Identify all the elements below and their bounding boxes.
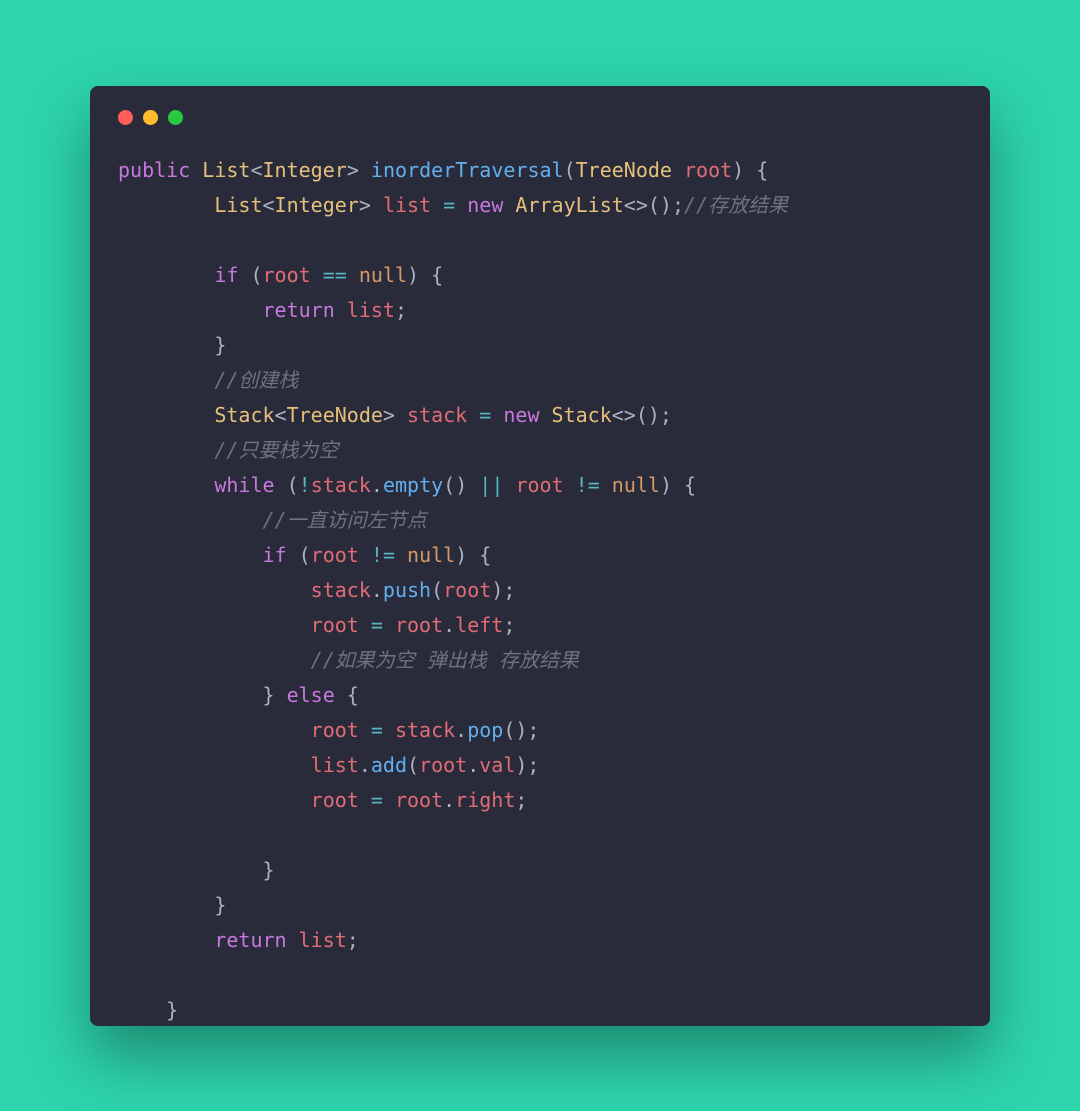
code-line-16: } else { <box>118 683 359 707</box>
code-line-6: } <box>118 333 226 357</box>
code-line-11: //一直访问左节点 <box>118 508 427 532</box>
code-line-17: root = stack.pop(); <box>118 718 539 742</box>
code-line-19: root = root.right; <box>118 788 527 812</box>
code-line-13: stack.push(root); <box>118 578 515 602</box>
code-line-14: root = root.left; <box>118 613 515 637</box>
code-line-1: public List<Integer> inorderTraversal(Tr… <box>118 158 768 182</box>
code-line-12: if (root != null) { <box>118 543 491 567</box>
code-line-2: List<Integer> list = new ArrayList<>();/… <box>118 193 788 217</box>
close-icon[interactable] <box>118 110 133 125</box>
code-line-9: //只要栈为空 <box>118 438 338 462</box>
maximize-icon[interactable] <box>168 110 183 125</box>
code-line-5: return list; <box>118 298 407 322</box>
code-line-7: //创建栈 <box>118 368 298 392</box>
code-line-18: list.add(root.val); <box>118 753 539 777</box>
code-line-10: while (!stack.empty() || root != null) { <box>118 473 696 497</box>
code-line-4: if (root == null) { <box>118 263 443 287</box>
code-line-25: } <box>118 998 178 1022</box>
code-window: public List<Integer> inorderTraversal(Tr… <box>90 86 990 1026</box>
code-block: public List<Integer> inorderTraversal(Tr… <box>118 153 962 1028</box>
code-line-8: Stack<TreeNode> stack = new Stack<>(); <box>118 403 672 427</box>
code-line-23: return list; <box>118 928 359 952</box>
code-line-15: //如果为空 弹出栈 存放结果 <box>118 648 579 672</box>
window-traffic-lights <box>118 110 962 125</box>
minimize-icon[interactable] <box>143 110 158 125</box>
code-line-21: } <box>118 858 275 882</box>
code-line-22: } <box>118 893 226 917</box>
